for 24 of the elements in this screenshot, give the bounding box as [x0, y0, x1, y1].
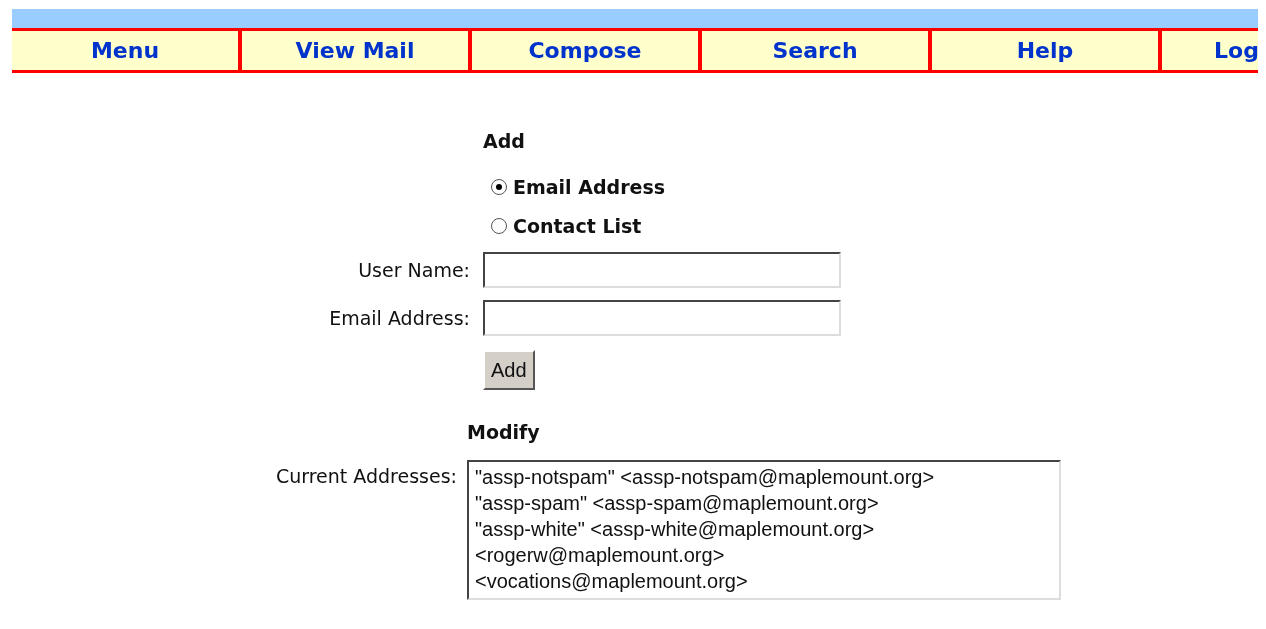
section-heading: Add: [483, 129, 526, 153]
nav-link[interactable]: Search: [702, 28, 932, 73]
nav-link[interactable]: Compose: [472, 28, 702, 73]
field-label: User Name:: [357, 258, 470, 283]
add-button[interactable]: Add: [483, 350, 535, 390]
input-field[interactable]: [483, 252, 841, 288]
address-item[interactable]: "assp-notspam" <assp-notspam@maplemount.org>: [475, 464, 1053, 490]
address-list[interactable]: "assp-notspam" <assp-notspam@maplemount.org> "assp-spam" <assp-spam@maplemount.org> "assp-white" <assp-white@maplemount.org> <rogerw@maplemount.org> <vocations@maplemount.org>: [467, 460, 1061, 600]
address-item[interactable]: <rogerw@maplemount.org>: [475, 542, 1053, 568]
nav-link[interactable]: Log: [1162, 28, 1258, 73]
address-item[interactable]: <vocations@maplemount.org>: [475, 568, 1053, 594]
radio-button[interactable]: [491, 217, 507, 234]
field-label: Email Address:: [328, 306, 470, 331]
address-item[interactable]: "assp-white" <assp-white@maplemount.org>: [475, 516, 1053, 542]
address-item[interactable]: "assp-spam" <assp-spam@maplemount.org>: [475, 490, 1053, 516]
radio-label: Contact List: [513, 213, 642, 239]
radio-button[interactable]: [491, 179, 507, 196]
field-label: Current Addresses:: [274, 464, 457, 489]
nav-link[interactable]: Menu: [12, 28, 242, 73]
radio-label: Email Address: [513, 175, 666, 200]
section-heading: Modify: [467, 420, 541, 444]
nav-link[interactable]: View Mail: [242, 28, 472, 73]
nav-link[interactable]: Help: [932, 28, 1162, 73]
input-field[interactable]: [483, 300, 841, 336]
